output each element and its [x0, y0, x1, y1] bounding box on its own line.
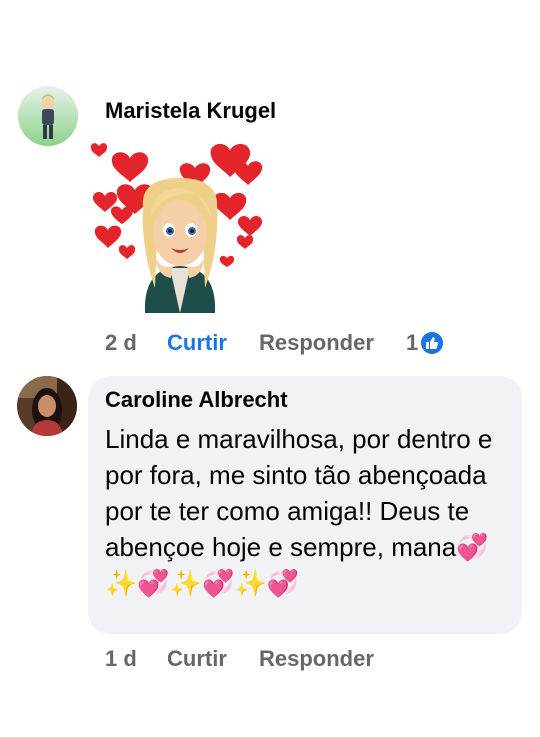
comment-author-name[interactable]: Maristela Krugel — [105, 98, 276, 124]
comment-text: Linda e maravilhosa, por dentro e por fo… — [105, 424, 493, 598]
avatar[interactable] — [18, 86, 78, 146]
comment-timestamp[interactable]: 2 d — [105, 330, 167, 356]
bitmoji-hearts-sticker — [85, 138, 280, 323]
like-button[interactable]: Curtir — [167, 330, 259, 356]
reaction-summary[interactable]: 1 — [406, 330, 444, 356]
comment-actions: 1 d Curtir Responder — [105, 646, 406, 672]
comment-actions: 2 d Curtir Responder 1 — [105, 330, 444, 356]
comment-bubble: Caroline Albrecht Linda e maravilhosa, p… — [88, 376, 522, 634]
reaction-count: 1 — [406, 330, 419, 355]
reply-button[interactable]: Responder — [259, 330, 406, 356]
thumbs-up-icon — [421, 332, 444, 354]
avatar[interactable] — [17, 376, 77, 436]
reply-button[interactable]: Responder — [259, 646, 406, 672]
comment-author-name[interactable]: Caroline Albrecht — [105, 387, 288, 413]
like-button[interactable]: Curtir — [167, 646, 259, 672]
comment-timestamp[interactable]: 1 d — [105, 646, 167, 672]
